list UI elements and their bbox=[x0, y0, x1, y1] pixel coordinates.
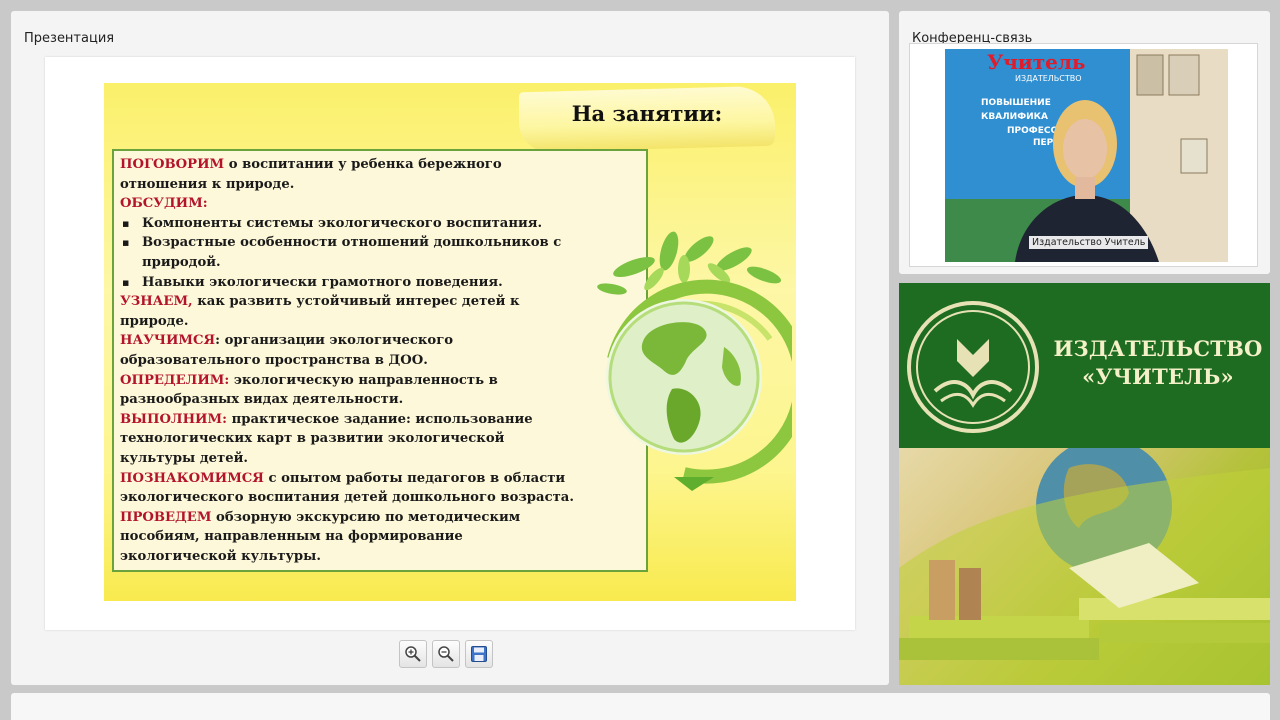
video-feed: Учитель ИЗДАТЕЛЬСТВО ПОВЫШЕНИЕ КВАЛИФИКА… bbox=[945, 49, 1228, 262]
slide-line: экологической культуры. bbox=[120, 548, 321, 564]
save-icon bbox=[471, 646, 487, 662]
slide-line: ВЫПОЛНИМ: практическое задание: использо… bbox=[120, 411, 533, 427]
globe-illustration bbox=[574, 229, 796, 499]
slide-heading: На занятии: bbox=[571, 101, 723, 126]
publisher-banner-top: ИЗДАТЕЛЬСТВО «УЧИТЕЛЬ» bbox=[899, 283, 1270, 448]
slide-bullet: Навыки экологически грамотного поведения… bbox=[120, 273, 640, 293]
slide-line: ПРОВЕДЕМ обзорную экскурсию по методичес… bbox=[120, 509, 521, 525]
publisher-banner[interactable]: ИЗДАТЕЛЬСТВО «УЧИТЕЛЬ» bbox=[899, 283, 1270, 685]
slide-viewer[interactable]: На занятии: ПОГОВОРИМ о воспитании у реб… bbox=[45, 57, 855, 630]
publisher-name-line2: «УЧИТЕЛЬ» bbox=[1082, 364, 1234, 389]
publisher-name-line1: ИЗДАТЕЛЬСТВО bbox=[1053, 336, 1263, 361]
slide-bullet: Компоненты системы экологического воспит… bbox=[120, 214, 640, 234]
video-scene: Учитель ИЗДАТЕЛЬСТВО ПОВЫШЕНИЕ КВАЛИФИКА… bbox=[945, 49, 1228, 262]
zoom-in-icon bbox=[405, 646, 421, 662]
presentation-panel: Презентация На занятии: ПОГОВОРИМ о восп… bbox=[11, 11, 889, 685]
video-frame[interactable]: Учитель ИЗДАТЕЛЬСТВО ПОВЫШЕНИЕ КВАЛИФИКА… bbox=[909, 43, 1258, 267]
slide-line: НАУЧИМСЯ: организации экологического bbox=[120, 333, 454, 349]
slide: На занятии: ПОГОВОРИМ о воспитании у реб… bbox=[104, 83, 796, 601]
slide-line: культуры детей. bbox=[120, 450, 248, 466]
slide-line: природой. bbox=[142, 254, 221, 270]
video-participant-label: Издательство Учитель bbox=[1029, 236, 1149, 249]
publisher-banner-image bbox=[899, 438, 1270, 685]
slide-line: образовательного пространства в ДОО. bbox=[120, 352, 428, 368]
conference-panel: Конференц-связь Учитель ИЗДАТЕЛЬСТВО ПОВ… bbox=[899, 11, 1270, 274]
slide-line: ОПРЕДЕЛИМ: экологическую направленность … bbox=[120, 372, 498, 388]
backdrop-sub: ИЗДАТЕЛЬСТВО bbox=[1015, 74, 1082, 83]
save-button[interactable] bbox=[465, 640, 493, 668]
slide-line: природе. bbox=[120, 313, 189, 329]
zoom-out-icon bbox=[438, 646, 454, 662]
slide-text-box: ПОГОВОРИМ о воспитании у ребенка бережно… bbox=[112, 149, 648, 572]
bottom-panel bbox=[11, 693, 1270, 720]
backdrop-item: ПОВЫШЕНИЕ bbox=[981, 98, 1051, 108]
slide-line: ОБСУДИМ: bbox=[120, 196, 208, 212]
presentation-title: Презентация bbox=[24, 31, 115, 46]
slide-line: пособиям, направленным на формирование bbox=[120, 529, 463, 545]
slide-line: УЗНАЕМ, как развить устойчивый интерес д… bbox=[120, 294, 520, 310]
zoom-in-button[interactable] bbox=[399, 640, 427, 668]
zoom-out-button[interactable] bbox=[432, 640, 460, 668]
backdrop-item: КВАЛИФИКА bbox=[981, 112, 1048, 122]
slide-line: разнообразных видах деятельности. bbox=[120, 392, 404, 408]
slide-line: отношения к природе. bbox=[120, 176, 295, 192]
books-globe-image bbox=[899, 438, 1270, 685]
slide-line: ПОЗНАКОМИМСЯ с опытом работы педагогов в… bbox=[120, 470, 566, 486]
slide-line: экологического воспитания детей дошкольн… bbox=[120, 490, 574, 506]
slide-line: ПОГОВОРИМ о воспитании у ребенка бережно… bbox=[120, 157, 502, 172]
slide-line: технологических карт в развитии экологич… bbox=[120, 431, 505, 447]
publisher-name: ИЗДАТЕЛЬСТВО «УЧИТЕЛЬ» bbox=[1043, 335, 1270, 391]
slide-bullet: Возрастные особенности отношений дошколь… bbox=[120, 233, 640, 253]
slide-controls bbox=[399, 640, 493, 668]
backdrop-brand: Учитель bbox=[987, 50, 1086, 74]
publisher-logo-icon bbox=[907, 301, 1039, 433]
